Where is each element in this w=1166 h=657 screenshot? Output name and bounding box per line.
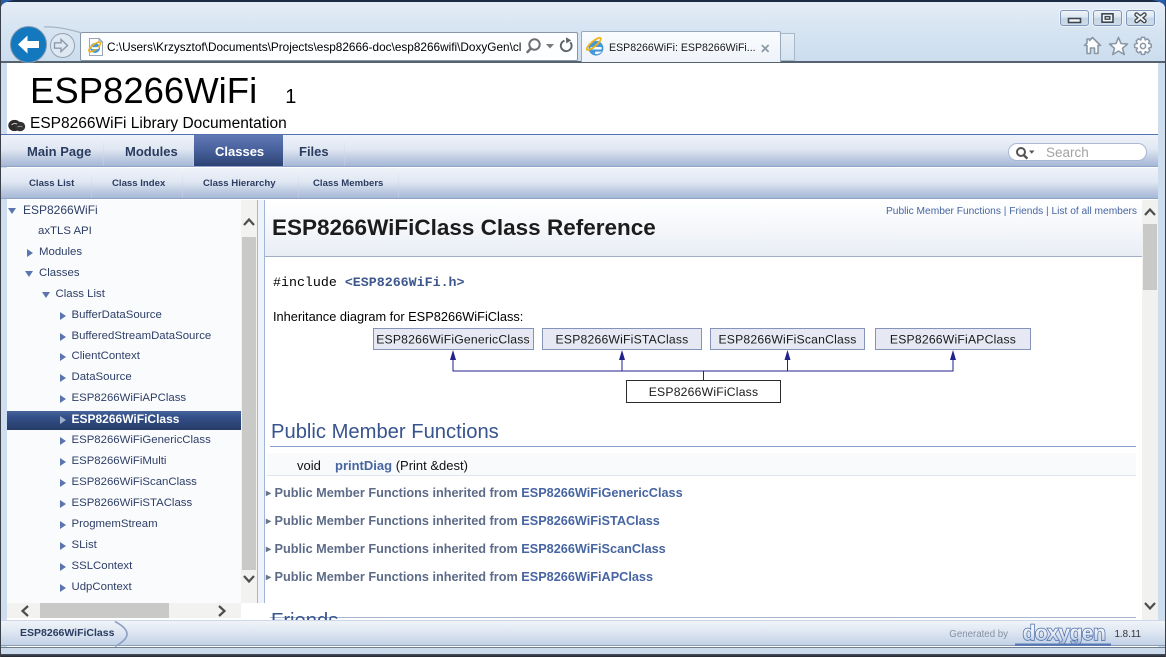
- svg-text:ESP8266WiFiScanClass: ESP8266WiFiScanClass: [718, 332, 856, 346]
- svg-text:ESP8266WiFiAPClass: ESP8266WiFiAPClass: [890, 332, 1016, 346]
- svg-text:ESP8266WiFiSTAClass: ESP8266WiFiSTAClass: [556, 332, 689, 346]
- svg-text:ESP8266WiFiClass: ESP8266WiFiClass: [649, 385, 759, 399]
- svg-text:ESP8266WiFiGenericClass: ESP8266WiFiGenericClass: [376, 332, 530, 346]
- svg-text:doxygen: doxygen: [1023, 622, 1106, 645]
